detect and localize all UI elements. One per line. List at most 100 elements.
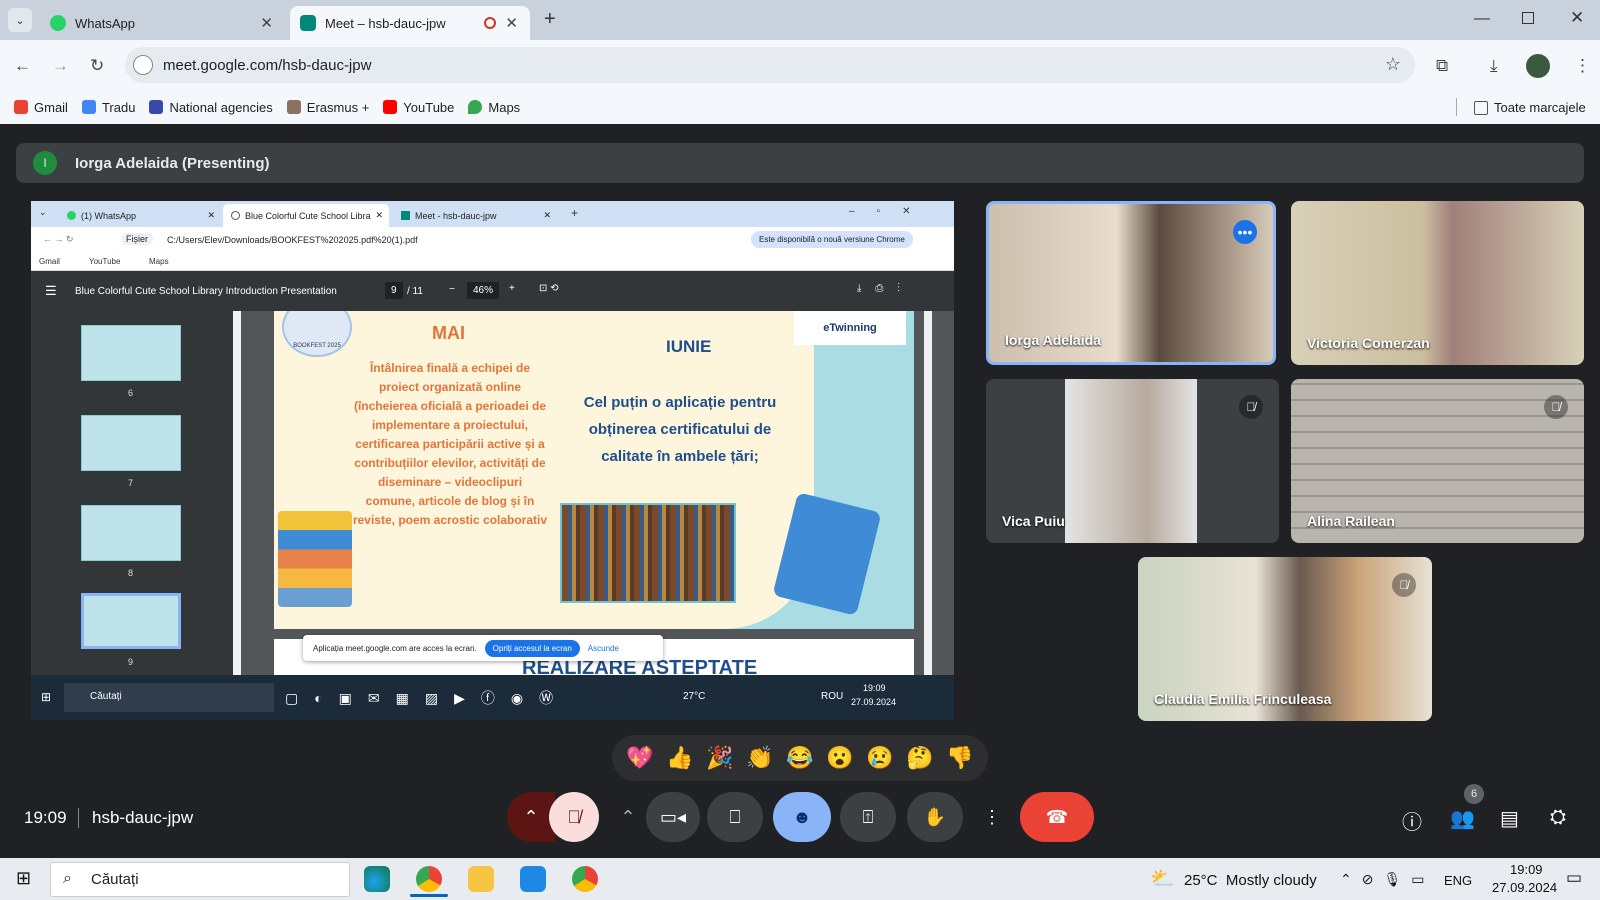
mic-off-icon: 🎙̸ bbox=[567, 806, 581, 827]
national-agencies-icon bbox=[149, 100, 164, 114]
participant-tile[interactable]: 🎙̸ Claudia Emilia Frinculeasa bbox=[1138, 557, 1432, 721]
windows-start-icon: ⊞ bbox=[41, 690, 52, 704]
chrome-menu-icon[interactable]: ⋮ bbox=[1574, 56, 1591, 76]
system-date[interactable]: 27.09.2024 bbox=[1492, 880, 1557, 895]
bookmarks-divider bbox=[1456, 98, 1457, 116]
reaction-thumbs-down[interactable]: 👎 bbox=[946, 745, 973, 771]
google-meet-icon bbox=[401, 211, 410, 220]
captions-button[interactable]: ⎕ bbox=[707, 792, 763, 842]
etwinning-logo: eTwinning bbox=[794, 311, 906, 345]
camera-toggle-button[interactable]: ▭◂ bbox=[646, 792, 700, 842]
shared-tab-whatsapp: (1) WhatsApp ✕ bbox=[59, 204, 221, 227]
slide-col1-title: MAI bbox=[432, 323, 465, 343]
microphone-toggle-button[interactable]: 🎙̸ bbox=[549, 792, 599, 842]
bookmark-erasmus[interactable]: Erasmus + bbox=[286, 100, 369, 115]
meeting-info-icon[interactable]: ⓘ bbox=[1402, 806, 1422, 835]
more-options-icon[interactable]: ••• bbox=[1233, 220, 1257, 244]
bookmarks-bar: Gmail Tradu National agencies Erasmus + … bbox=[0, 90, 1600, 124]
recording-indicator-icon bbox=[484, 17, 496, 29]
edge-icon[interactable] bbox=[364, 866, 390, 892]
shared-screen: ⌄ (1) WhatsApp ✕ Blue Colorful Cute Schoo… bbox=[31, 201, 954, 720]
erasmus-icon bbox=[286, 100, 301, 114]
address-bar[interactable]: meet.google.com/hsb-dauc-jpw ☆ bbox=[125, 47, 1415, 83]
chrome-profile-taskbar-icon[interactable] bbox=[572, 866, 598, 892]
shared-update-notice: Este disponibilă o nouă versiune Chrome bbox=[751, 231, 913, 248]
profile-avatar[interactable] bbox=[1526, 54, 1550, 78]
active-app-indicator bbox=[410, 894, 448, 897]
app-butterfly-icon[interactable] bbox=[520, 866, 546, 892]
bookmark-national-agencies[interactable]: National agencies bbox=[149, 100, 273, 115]
reaction-sad[interactable]: 😢 bbox=[866, 745, 893, 771]
present-button[interactable]: ⍐ bbox=[840, 792, 896, 842]
taskbar-search[interactable]: ⌕ Căutați bbox=[50, 862, 350, 897]
shared-window-controls: –▫✕ bbox=[849, 206, 933, 217]
browser-tab-strip: ⌄ WhatsApp ✕ Meet – hsb-dauc-jpw ✕ + — ✕ bbox=[0, 0, 1600, 40]
reactions-button[interactable]: ☻ bbox=[773, 792, 831, 842]
participant-tile[interactable]: ••• Iorga Adelaida bbox=[986, 201, 1276, 365]
reaction-heart[interactable]: 💖 bbox=[626, 745, 653, 771]
reaction-clap[interactable]: 👏 bbox=[746, 745, 773, 771]
forward-icon[interactable]: → bbox=[52, 56, 69, 76]
pdf-title: Blue Colorful Cute School Library Introd… bbox=[75, 286, 337, 297]
more-vert-icon: ⋮ bbox=[983, 806, 1001, 827]
tab-label: WhatsApp bbox=[75, 15, 135, 31]
stop-sharing-button: Opriți accesul la ecran bbox=[484, 639, 580, 657]
people-icon[interactable]: 👥 bbox=[1450, 806, 1475, 831]
muted-mic-icon: 🎙̸ bbox=[1392, 573, 1416, 597]
bookmark-maps[interactable]: Maps bbox=[468, 100, 520, 115]
shared-taskbar-apps: ▢◐▣✉▦▨▶ⓕ◉Ⓦ bbox=[285, 690, 570, 706]
reaction-laugh[interactable]: 😂 bbox=[786, 745, 813, 771]
all-bookmarks-button[interactable]: Toate marcajele bbox=[1474, 100, 1586, 115]
reaction-thinking[interactable]: 🤔 bbox=[906, 745, 933, 771]
reaction-thumbs-up[interactable]: 👍 bbox=[666, 745, 693, 771]
camera-icon: ▭◂ bbox=[659, 806, 687, 827]
new-tab-button[interactable]: + bbox=[544, 8, 556, 31]
raise-hand-button[interactable]: ✋ bbox=[907, 792, 963, 842]
more-options-button[interactable]: ⋮ bbox=[974, 792, 1010, 842]
shared-tab-pdf: Blue Colorful Cute School Libra ✕ bbox=[223, 204, 389, 227]
file-explorer-icon[interactable] bbox=[468, 866, 494, 892]
pdf-thumbnail bbox=[81, 415, 181, 471]
video-options-button[interactable]: ⌃ bbox=[610, 792, 646, 842]
browser-tab-whatsapp[interactable]: WhatsApp ✕ bbox=[40, 6, 285, 40]
reaction-surprised[interactable]: 😮 bbox=[826, 745, 853, 771]
url-text: meet.google.com/hsb-dauc-jpw bbox=[163, 56, 372, 74]
reactions-bar: 💖 👍 🎉 👏 😂 😮 😢 🤔 👎 bbox=[612, 735, 988, 781]
tab-search-button[interactable]: ⌄ bbox=[8, 8, 32, 32]
browser-tab-meet[interactable]: Meet – hsb-dauc-jpw ✕ bbox=[290, 6, 530, 40]
chat-icon[interactable]: ▤ bbox=[1500, 806, 1519, 831]
reaction-party[interactable]: 🎉 bbox=[706, 745, 733, 771]
globe-icon bbox=[231, 211, 240, 220]
activities-icon[interactable]: ⛭ bbox=[1550, 806, 1566, 829]
close-tab-icon[interactable]: ✕ bbox=[260, 14, 273, 32]
chrome-taskbar-icon[interactable] bbox=[416, 866, 442, 892]
reload-icon[interactable]: ↻ bbox=[90, 56, 104, 76]
bookmark-gmail[interactable]: Gmail bbox=[14, 100, 68, 115]
thumb-scrollbar bbox=[233, 311, 241, 675]
site-info-icon[interactable] bbox=[133, 55, 153, 75]
language-indicator[interactable]: ENG bbox=[1444, 873, 1472, 888]
back-icon[interactable]: ← bbox=[14, 56, 31, 76]
system-time[interactable]: 19:09 bbox=[1510, 862, 1543, 877]
close-window-icon[interactable]: ✕ bbox=[1570, 8, 1584, 28]
restore-window-icon[interactable] bbox=[1522, 12, 1534, 24]
extensions-icon[interactable]: ⧉ bbox=[1436, 56, 1448, 76]
close-tab-icon[interactable]: ✕ bbox=[505, 14, 518, 32]
participant-tile[interactable]: Victoria Comerzan bbox=[1291, 201, 1584, 365]
shared-file-chip: Fișier bbox=[121, 233, 153, 245]
notifications-icon[interactable]: ▭ bbox=[1566, 868, 1582, 888]
bookmark-youtube[interactable]: YouTube bbox=[383, 100, 454, 115]
weather-text[interactable]: 25°C Mostly cloudy bbox=[1184, 872, 1317, 889]
system-tray-icons[interactable]: ⌃⊘🎙▭ bbox=[1340, 871, 1434, 888]
leave-call-button[interactable]: ☎ bbox=[1020, 792, 1094, 842]
books-apple-illustration bbox=[278, 511, 352, 607]
participant-tile[interactable]: 🎙̸ Vica Puiu bbox=[986, 379, 1279, 543]
windows-start-button[interactable]: ⊞ bbox=[16, 868, 31, 889]
participant-tile[interactable]: 🎙̸ Alina Railean bbox=[1291, 379, 1584, 543]
shared-address-bar: ← → ↻ Fișier C:/Users/Elev/Downloads/BOO… bbox=[31, 227, 954, 253]
bookmark-tradu[interactable]: Tradu bbox=[81, 100, 135, 115]
audio-options-button[interactable]: ⌃ bbox=[507, 792, 555, 842]
bookmark-star-icon[interactable]: ☆ bbox=[1385, 54, 1401, 75]
download-icon[interactable]: ⤓ bbox=[1490, 56, 1498, 76]
minimize-window-icon[interactable]: — bbox=[1474, 10, 1490, 28]
